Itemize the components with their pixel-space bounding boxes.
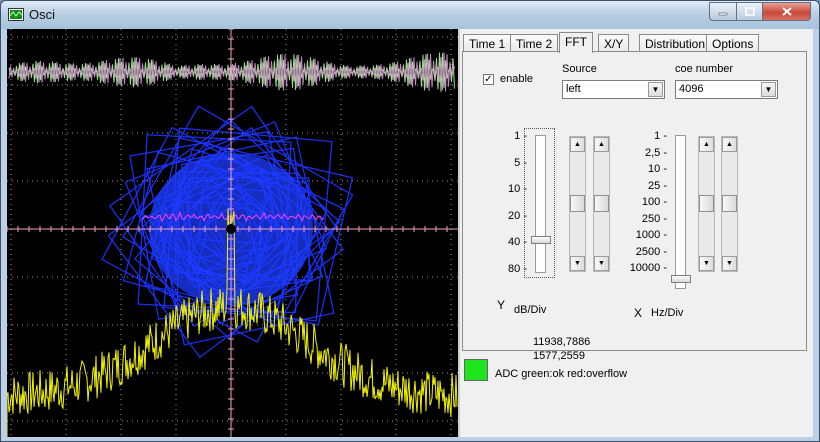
chevron-down-icon[interactable]: ▼ xyxy=(648,82,663,97)
chevron-down-icon[interactable]: ▼ xyxy=(761,82,776,97)
readout-value-1: 11938,7886 xyxy=(533,336,590,348)
y-offset-scrollbar-2[interactable]: ▲ ▼ xyxy=(593,136,610,272)
coe-number-value: 4096 xyxy=(679,83,703,95)
scroll-up-icon[interactable]: ▲ xyxy=(722,137,737,152)
adc-status-label: ADC green:ok red:overflow xyxy=(495,368,627,380)
adc-status-indicator xyxy=(464,359,488,381)
source-value: left xyxy=(566,83,581,95)
x-unit-label: Hz/Div xyxy=(651,307,683,319)
tab-x-y[interactable]: X/Y xyxy=(598,34,629,52)
scroll-down-icon[interactable]: ▼ xyxy=(722,256,737,271)
x-scale-tick: 2500 - xyxy=(636,246,667,258)
coe-number-select[interactable]: 4096 ▼ xyxy=(675,80,778,99)
time-waveform xyxy=(9,52,455,92)
osci-window: Osci Time 1 Time 2 FFT X/Y Distribution Optio… xyxy=(0,0,820,442)
enable-checkbox[interactable]: ✓ xyxy=(483,74,494,85)
oscilloscope-app-icon xyxy=(8,8,24,21)
scrollbar-thumb[interactable] xyxy=(570,195,585,212)
scrollbar-thumb[interactable] xyxy=(699,195,714,212)
x-scale-tick: 1000 - xyxy=(636,229,667,241)
y-axis-label: Y xyxy=(497,298,505,312)
fft-settings-panel: ✓ enable Source left ▼ coe number 4096 ▼… xyxy=(462,51,807,351)
maximize-button[interactable] xyxy=(736,2,763,21)
x-scale-tick: 100 - xyxy=(642,196,667,208)
x-scale-tick: 10000 - xyxy=(630,262,667,274)
x-offset-scrollbar-1[interactable]: ▲ ▼ xyxy=(698,136,715,272)
tab-time-2[interactable]: Time 2 xyxy=(510,34,558,52)
minimize-icon xyxy=(718,8,728,16)
scroll-down-icon[interactable]: ▼ xyxy=(699,256,714,271)
x-scale-tick: 25 - xyxy=(648,180,667,192)
maximize-icon xyxy=(745,7,755,16)
enable-label: enable xyxy=(500,73,533,85)
tab-time-1[interactable]: Time 1 xyxy=(463,34,511,52)
y-db-div-trackbar[interactable] xyxy=(535,135,546,273)
scope-canvas xyxy=(7,29,458,437)
title-bar[interactable]: Osci xyxy=(1,1,819,29)
scroll-up-icon[interactable]: ▲ xyxy=(570,137,585,152)
source-select[interactable]: left ▼ xyxy=(562,80,665,99)
close-icon xyxy=(782,7,792,16)
y-offset-scrollbar-1[interactable]: ▲ ▼ xyxy=(569,136,586,272)
client-area: Time 1 Time 2 FFT X/Y Distribution Options ✓ … xyxy=(7,29,813,437)
y-unit-label: dB/Div xyxy=(514,304,546,316)
checkmark-icon: ✓ xyxy=(484,74,492,85)
x-axis-label: X xyxy=(634,306,642,320)
scrollbar-thumb[interactable] xyxy=(722,195,737,212)
coe-number-label: coe number xyxy=(675,63,733,75)
tab-distribution[interactable]: Distribution xyxy=(639,34,711,52)
x-scale-tick: 10 - xyxy=(648,163,667,175)
window-title: Osci xyxy=(29,7,55,22)
x-scale-tick: 2,5 - xyxy=(645,147,667,159)
tab-options[interactable]: Options xyxy=(706,34,759,52)
x-hz-div-trackbar[interactable] xyxy=(675,135,686,289)
x-offset-scrollbar-2[interactable]: ▲ ▼ xyxy=(721,136,738,272)
scroll-down-icon[interactable]: ▼ xyxy=(570,256,585,271)
minimize-button[interactable] xyxy=(709,2,737,21)
scrollbar-thumb[interactable] xyxy=(594,195,609,212)
close-button[interactable] xyxy=(762,2,811,21)
crosshair-center xyxy=(226,224,236,234)
tab-fft[interactable]: FFT xyxy=(559,32,593,53)
scroll-down-icon[interactable]: ▼ xyxy=(594,256,609,271)
scroll-up-icon[interactable]: ▲ xyxy=(594,137,609,152)
oscilloscope-display[interactable] xyxy=(7,29,460,437)
readout-value-2: 1577,2559 xyxy=(533,350,585,362)
y-trackbar-thumb[interactable] xyxy=(531,236,551,244)
x-scale-tick: 250 - xyxy=(642,213,667,225)
source-label: Source xyxy=(562,63,597,75)
x-scale-tick: 1 - xyxy=(654,130,667,142)
x-trackbar-thumb[interactable] xyxy=(671,275,691,283)
scroll-up-icon[interactable]: ▲ xyxy=(699,137,714,152)
